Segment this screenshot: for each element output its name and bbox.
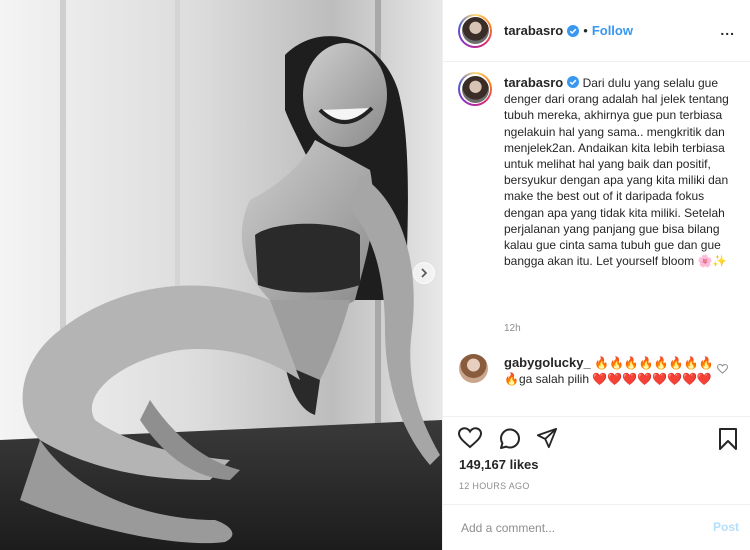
- verified-badge-icon: [567, 76, 580, 88]
- caption-text-block: tarabasro Dari dulu yang selalu gue deng…: [504, 75, 742, 269]
- verified-badge-icon: [567, 24, 580, 37]
- chevron-right-icon: [421, 268, 428, 278]
- comment-bubble-icon[interactable]: [498, 427, 522, 451]
- caption-author-username[interactable]: tarabasro: [504, 75, 563, 90]
- comment-like-heart-icon[interactable]: [717, 364, 728, 374]
- caption-age[interactable]: 12h: [504, 323, 521, 334]
- bookmark-icon[interactable]: [718, 427, 738, 451]
- separator-dot: •: [583, 23, 588, 38]
- post-details-panel: tarabasro • Follow ... tarabasro Dari du…: [442, 0, 750, 550]
- next-photo-button[interactable]: [413, 262, 435, 284]
- likes-count[interactable]: 149,167 likes: [459, 457, 539, 472]
- author-username[interactable]: tarabasro: [504, 23, 563, 38]
- follow-button[interactable]: Follow: [592, 23, 633, 38]
- heart-icon[interactable]: [458, 427, 482, 449]
- author-avatar[interactable]: [458, 13, 492, 48]
- commenter-avatar[interactable]: [459, 354, 488, 383]
- add-comment-input[interactable]: [459, 518, 693, 538]
- more-options-icon[interactable]: ...: [720, 23, 735, 37]
- paper-plane-icon[interactable]: [536, 427, 558, 449]
- post-header: tarabasro • Follow ...: [443, 0, 750, 62]
- caption-author-avatar[interactable]: [458, 72, 492, 106]
- post-photo[interactable]: [0, 0, 442, 550]
- add-comment-bar: Post: [443, 504, 750, 550]
- comment-item: gabygolucky_ 🔥🔥🔥🔥🔥🔥🔥🔥🔥ga salah pilih ❤️❤…: [504, 355, 714, 387]
- post-timestamp[interactable]: 12 HOURS AGO: [459, 481, 530, 491]
- commenter-username[interactable]: gabygolucky_: [504, 355, 591, 370]
- caption-body: Dari dulu yang selalu gue denger dari or…: [504, 76, 729, 269]
- post-comment-button[interactable]: Post: [713, 520, 739, 534]
- photo-image: [0, 0, 442, 550]
